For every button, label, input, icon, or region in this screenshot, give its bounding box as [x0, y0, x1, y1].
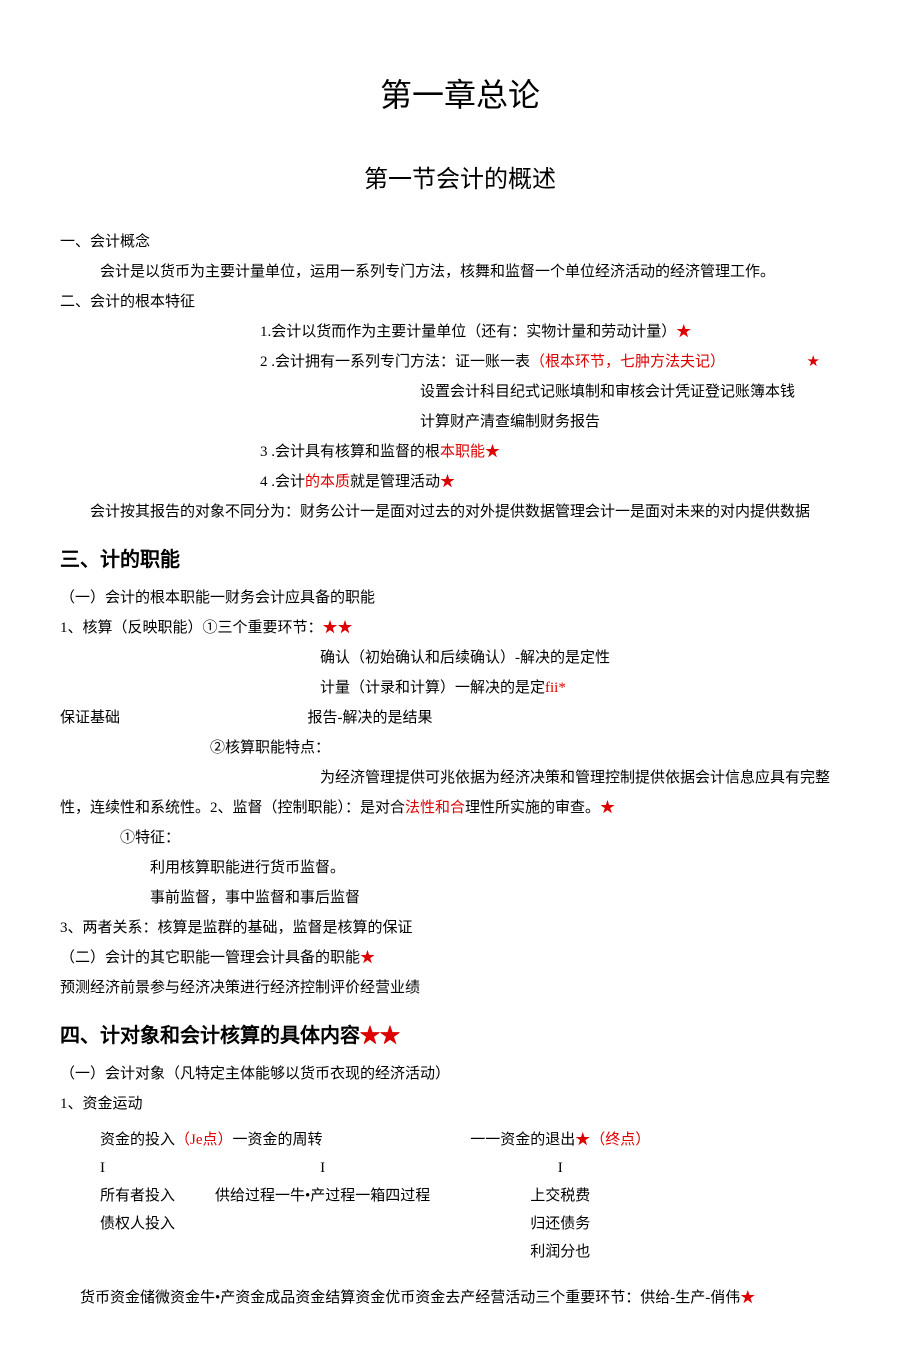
guarantee-basis: 保证基础	[60, 710, 120, 726]
section-title: 第一节会计的概述	[60, 161, 860, 199]
flow-input-a: 资金的投入	[100, 1132, 175, 1148]
table-row: I I I	[80, 1154, 670, 1182]
feature-1-text: 1.会计以货而作为主要计量单位（还有：实物计量和劳动计量）	[260, 324, 676, 340]
accounting-feature-label: ②核算职能特点：	[210, 736, 860, 760]
feature-item-1: 1.会计以货而作为主要计量单位（还有：实物计量和劳动计量）★	[260, 320, 860, 344]
flow-input-b: （Je点）	[175, 1132, 233, 1148]
desc-2d: 理性所实施的审查。	[465, 800, 600, 816]
functions-sub-2: （二）会计的其它职能一管理会计具备的职能★	[60, 946, 860, 970]
concept-definition: 会计是以货币为主要计量单位，运用一系列专门方法，核舞和监督一个单位经济活动的经济…	[100, 260, 860, 284]
feature-char-2: 事前监督，事中监督和事后监督	[150, 886, 860, 910]
desc-2c: 法性和合	[405, 800, 465, 816]
feature-char-1: 利用核算职能进行货币监督。	[150, 856, 860, 880]
fund-summary-text: 货币资金储微资金牛•产资金成品资金结算资金优币资金去产经营活动三个重要环节：供给…	[80, 1290, 740, 1306]
feature-2-sub-2: 计算财产清查编制财务报告	[420, 410, 860, 434]
feature-char-label: ①特征：	[120, 826, 860, 850]
object-item-1: 1、资金运动	[60, 1092, 860, 1116]
flow-output: 一一资金的退出★（终点）	[450, 1126, 670, 1154]
feature-3-text-a: 3 .会计具有核算和监督的根	[260, 444, 440, 460]
flow-bar-1: I	[80, 1154, 195, 1182]
feature-4-text-c: 就是管理活动	[350, 474, 440, 490]
desc-2b: 性，连续性和系统性。2、监督（控制职能）：是对合	[60, 800, 405, 816]
star-icon: ★	[440, 474, 455, 490]
star-icon: ★	[485, 444, 500, 460]
functions-sub-1: （一）会计的根本职能一财务会计应具备的职能	[60, 586, 860, 610]
table-row: 债权人投入 归还债务	[80, 1210, 670, 1238]
flow-input-c: 一资金的周转	[233, 1132, 323, 1148]
table-row: 利润分也	[80, 1238, 670, 1266]
accounting-feature-desc-2: 性，连续性和系统性。2、监督（控制职能）：是对合法性和合理性所实施的审查。★	[60, 796, 860, 820]
feature-4-text-b: 的本质	[305, 474, 350, 490]
measure-line: 计量（计录和计算）一解决的是定fii*	[320, 676, 860, 700]
table-row: 资金的投入（Je点）一资金的周转 一一资金的退出★（终点）	[80, 1126, 670, 1154]
other-functions-desc: 预测经济前景参与经济决策进行经济控制评价经营业绩	[60, 976, 860, 1000]
report-line: 保证基础 报告-解决的是结果	[60, 706, 860, 730]
heading-object-text: 四、计对象和会计核算的具体内容	[60, 1025, 360, 1047]
functions-item-1-text: 1、核算（反映职能）①三个重要环节：	[60, 620, 323, 636]
feature-3-text-b: 本职能	[440, 444, 485, 460]
heading-functions: 三、计的职能	[60, 544, 860, 576]
flow-input: 资金的投入（Je点）一资金的周转	[80, 1126, 450, 1154]
feature-item-2: 2 .会计拥有一系列专门方法：证一账一表（根本环节，七肿方法夫记） ★	[260, 350, 860, 374]
feature-item-4: 4 .会计的本质就是管理活动★	[260, 470, 860, 494]
flow-output-b: ★（终点）	[575, 1132, 650, 1148]
star-icon: ★★	[323, 620, 353, 636]
pay-tax: 上交税费	[450, 1182, 670, 1210]
owner-input: 所有者投入	[80, 1182, 195, 1210]
feature-2-text-a: 2 .会计拥有一系列专门方法：证一账一表	[260, 354, 530, 370]
object-sub-1: （一）会计对象（凡特定主体能够以货币衣现的经济活动）	[60, 1062, 860, 1086]
fund-flow-table: 资金的投入（Je点）一资金的周转 一一资金的退出★（终点） I I I 所有者投…	[80, 1126, 670, 1266]
feature-2-sub-1: 设置会计科目纪式记账填制和审核会计凭证登记账簿本钱	[420, 380, 860, 404]
star-icon: ★	[360, 950, 375, 966]
feature-2-text-b: （根本环节，七肿方法夫记）	[530, 354, 725, 370]
fund-summary: 货币资金储微资金牛•产资金成品资金结算资金优币资金去产经营活动三个重要环节：供给…	[80, 1286, 860, 1310]
star-icon: ★	[600, 800, 615, 816]
functions-item-3: 3、两者关系：核算是监群的基础，监督是核算的保证	[60, 916, 860, 940]
creditor-input: 债权人投入	[80, 1210, 195, 1238]
measure-text-b: fii*	[545, 680, 566, 696]
heading-object: 四、计对象和会计核算的具体内容★★	[60, 1020, 860, 1052]
accounting-feature-desc-1: 为经济管理提供可兆依据为经济决策和管理控制提供依据会计信息应具有完整	[320, 766, 860, 790]
features-note: 会计按其报告的对象不同分为：财务公计一是面对过去的对外提供数据管理会计一是面对未…	[90, 500, 860, 524]
star-icon: ★★	[360, 1025, 400, 1047]
supply-process: 供给过程一牛•产过程一箱四过程	[195, 1182, 450, 1210]
star-icon: ★	[740, 1290, 755, 1306]
functions-sub-2-text: （二）会计的其它职能一管理会计具备的职能	[60, 950, 360, 966]
feature-item-3: 3 .会计具有核算和监督的根本职能★	[260, 440, 860, 464]
desc-1a: 为经济管理提供可兆依据为经济决策和管理控制提供依据会计信息应具有完整	[320, 770, 830, 786]
measure-text-a: 计量（计录和计算）一解决的是定	[320, 680, 545, 696]
profit-distribution: 利润分也	[450, 1238, 670, 1266]
flow-bar-2: I	[195, 1154, 450, 1182]
flow-output-a: 一一资金的退出	[470, 1132, 575, 1148]
feature-4-text-a: 4 .会计	[260, 474, 305, 490]
heading-concept: 一、会计概念	[60, 230, 860, 254]
repay-debt: 归还债务	[450, 1210, 670, 1238]
star-icon: ★	[676, 324, 691, 340]
confirm-line: 确认（初始确认和后续确认）-解决的是定性	[320, 646, 860, 670]
functions-item-1: 1、核算（反映职能）①三个重要环节：★★	[60, 616, 860, 640]
chapter-title: 第一章总论	[60, 70, 860, 121]
star-icon: ★	[807, 350, 820, 374]
table-row: 所有者投入 供给过程一牛•产过程一箱四过程 上交税费	[80, 1182, 670, 1210]
heading-features: 二、会计的根本特征	[60, 290, 860, 314]
report-text: 报告-解决的是结果	[308, 710, 433, 726]
flow-bar-3: I	[450, 1154, 670, 1182]
